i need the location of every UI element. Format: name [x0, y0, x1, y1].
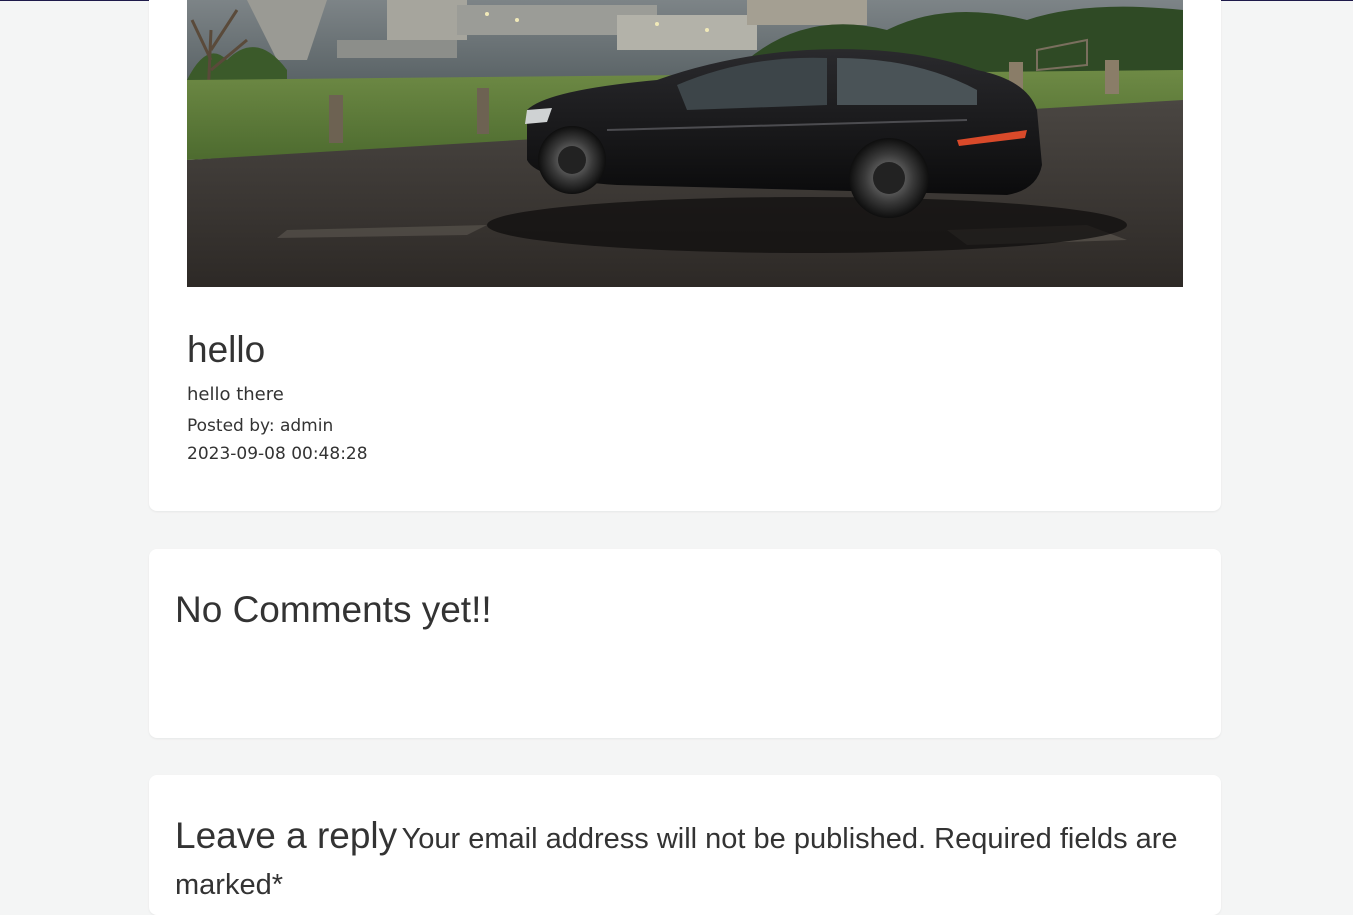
comments-heading: No Comments yet!! — [175, 589, 492, 630]
post-date: 2023-09-08 00:48:28 — [187, 444, 368, 464]
reply-header: Leave a reply Your email address will no… — [175, 813, 1205, 908]
post-body: hello there — [187, 384, 284, 405]
reply-title: Leave a reply — [175, 815, 398, 856]
car-photo-illustration — [187, 0, 1183, 287]
post-author: Posted by: admin — [187, 416, 334, 436]
post-image — [187, 0, 1183, 287]
post-title: hello — [187, 329, 266, 370]
post-card: hello hello there Posted by: admin 2023-… — [149, 0, 1221, 511]
comments-card: No Comments yet!! — [149, 549, 1221, 738]
reply-card: Leave a reply Your email address will no… — [149, 775, 1221, 915]
